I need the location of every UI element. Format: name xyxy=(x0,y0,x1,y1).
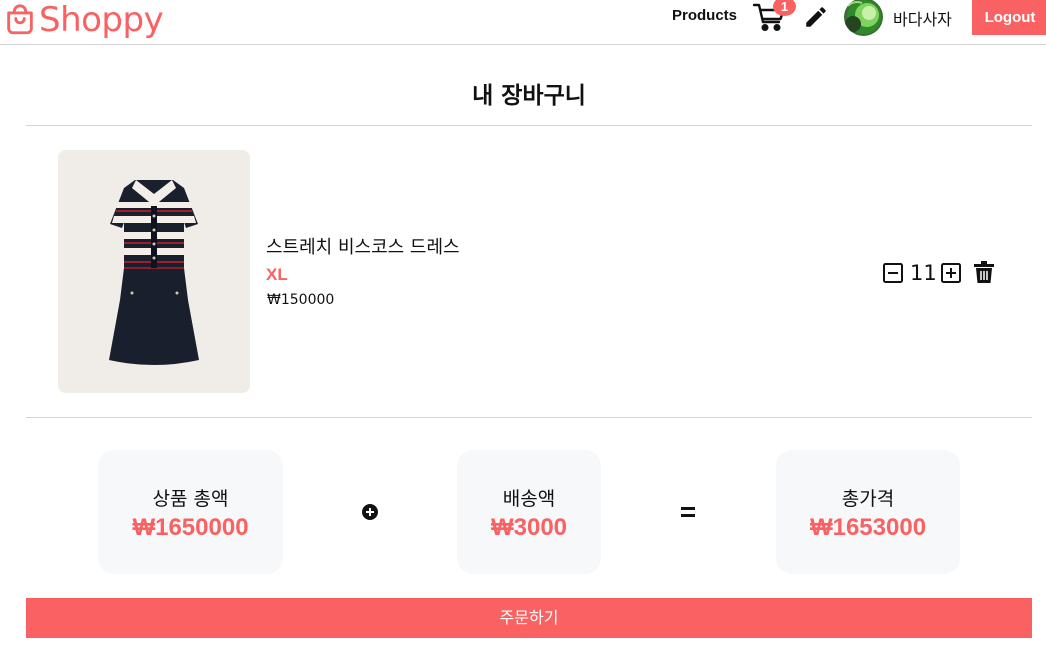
logout-button[interactable]: Logout xyxy=(972,0,1046,35)
products-total-label: 상품 총액 xyxy=(152,488,229,510)
order-button[interactable]: 주문하기 xyxy=(26,598,1032,638)
cart-count-badge: 1 xyxy=(773,0,796,16)
logo-text: Shoppy xyxy=(39,0,164,40)
quantity-stepper: 11 xyxy=(883,260,961,286)
shopping-bag-icon xyxy=(7,4,33,35)
page-title: 내 장바구니 xyxy=(472,83,586,109)
header: Shoppy Products 1 바다사자 Logout xyxy=(0,0,1046,45)
shipping-label: 배송액 xyxy=(502,488,556,510)
username: 바다사자 xyxy=(893,10,952,29)
equals-icon xyxy=(681,507,695,517)
divider-top xyxy=(26,125,1032,126)
divider-bottom xyxy=(26,417,1032,418)
trash-icon[interactable] xyxy=(974,261,994,283)
shipping-card: 배송액 ₩3000 xyxy=(457,450,601,574)
products-total-card: 상품 총액 ₩1650000 xyxy=(98,450,283,574)
product-price: ₩150000 xyxy=(267,292,335,308)
nav-products-link[interactable]: Products xyxy=(672,7,737,24)
product-image xyxy=(58,150,250,393)
grand-total-label: 총가격 xyxy=(841,488,895,510)
grand-total-card: 총가격 ₩1653000 xyxy=(776,450,960,574)
shipping-value: ₩3000 xyxy=(490,514,568,541)
quantity-value: 11 xyxy=(910,261,937,285)
minus-square-icon[interactable] xyxy=(883,263,903,283)
avatar-image xyxy=(844,0,883,36)
avatar[interactable] xyxy=(844,0,883,36)
pencil-icon[interactable] xyxy=(803,4,829,30)
products-total-value: ₩1650000 xyxy=(132,514,249,541)
logo-link[interactable]: Shoppy xyxy=(3,0,164,40)
cart-button[interactable]: 1 xyxy=(752,0,796,34)
product-size: XL xyxy=(266,265,288,284)
product-name: 스트레치 비스코스 드레스 xyxy=(266,237,460,258)
plus-square-icon[interactable] xyxy=(940,263,961,283)
plus-circle-icon xyxy=(362,504,378,520)
dress-image xyxy=(58,150,250,393)
grand-total-value: ₩1653000 xyxy=(809,514,927,541)
